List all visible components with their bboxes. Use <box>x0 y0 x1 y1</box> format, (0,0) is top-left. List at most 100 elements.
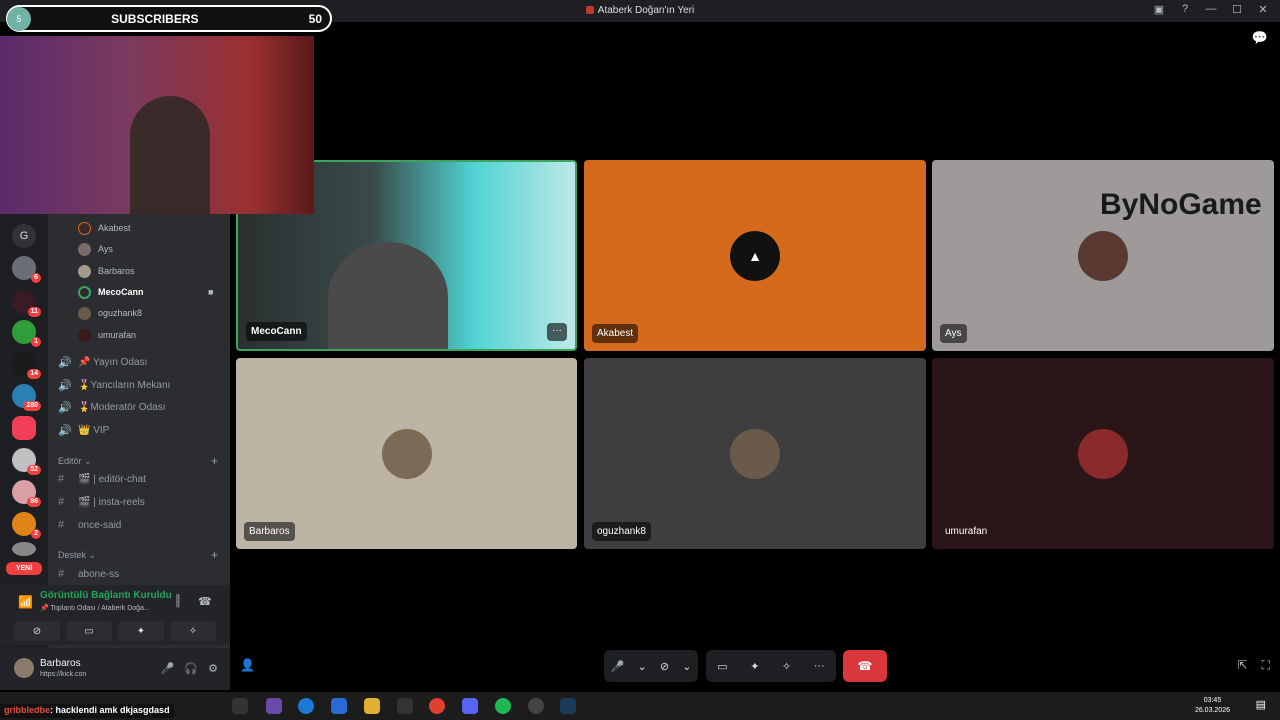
video-tile[interactable]: ByNoGame Ays <box>932 160 1274 351</box>
text-channel[interactable]: # 🎬 | insta-reels <box>58 493 145 511</box>
voice-user[interactable]: oguzhank8 <box>78 304 142 322</box>
voice-user-name: oguzhank8 <box>98 308 143 318</box>
fullscreen-icon[interactable]: ⛶ <box>1262 658 1270 673</box>
server-icon[interactable]: 52 <box>12 448 41 475</box>
voice-channel[interactable]: 🔊 🎖️Yancıların Mekanı <box>58 376 170 394</box>
connection-status[interactable]: Görüntülü Bağlantı Kuruldu <box>40 590 172 601</box>
server-icon[interactable]: 86 <box>12 480 41 507</box>
video-tile[interactable]: Barbaros <box>236 358 577 549</box>
avatar <box>78 285 91 299</box>
soundboard-button[interactable]: ✧ <box>170 621 216 641</box>
edge-icon[interactable] <box>298 698 314 714</box>
voice-user[interactable]: Barbaros <box>78 262 135 280</box>
steam-icon[interactable] <box>560 698 576 714</box>
headphone-icon[interactable]: 🎧 <box>184 662 198 675</box>
tile-label: umurafan <box>945 526 988 537</box>
server-icon[interactable]: 11 <box>12 290 41 317</box>
inbox-icon[interactable]: ▣ <box>1150 3 1168 16</box>
mic-icon[interactable]: 🎤 <box>161 662 175 675</box>
sub-goal-label: SUBSCRIBERS <box>111 11 199 26</box>
text-channel[interactable]: # abone-ss <box>58 565 119 583</box>
xbox-icon[interactable] <box>397 698 413 714</box>
chrome-icon[interactable] <box>429 698 445 714</box>
screen-share-button[interactable]: ▭ <box>66 621 112 641</box>
outlook-icon[interactable] <box>331 698 347 714</box>
server-icon[interactable]: 1 <box>12 320 41 347</box>
voice-user-name: Ays <box>98 244 113 254</box>
server-icon[interactable] <box>12 416 36 440</box>
avatar[interactable] <box>14 658 34 678</box>
popout-icon[interactable]: ⇱ <box>1238 658 1248 673</box>
voice-channel[interactable]: 🔊 👑 VIP <box>58 421 109 439</box>
server-badge: 1 <box>31 337 41 347</box>
maximize-button[interactable]: ☐ <box>1228 3 1246 16</box>
category-editor[interactable]: Editör ⌄ <box>58 456 92 467</box>
activities-icon[interactable]: ✦ <box>750 660 759 673</box>
server-icon[interactable]: 2 <box>12 512 41 539</box>
disconnect-button[interactable]: ☎ <box>843 650 887 682</box>
avatar <box>1078 428 1128 479</box>
voice-user[interactable]: Ays <box>78 240 113 258</box>
voice-user[interactable]: umurafan <box>78 326 136 344</box>
soundboard-icon[interactable]: ✧ <box>782 660 791 673</box>
camera-off-icon[interactable]: ⊘ <box>660 660 669 673</box>
chevron-down-icon[interactable]: ⌄ <box>682 660 691 673</box>
close-button[interactable]: ✕ <box>1254 3 1272 16</box>
camera-off-button[interactable]: ⊘ <box>14 621 60 641</box>
clock-time: 03:45 <box>1203 697 1222 704</box>
tile-label: Ays <box>940 324 967 343</box>
taskview-icon[interactable] <box>232 698 248 714</box>
notification-icon[interactable]: ▤ <box>1256 698 1266 711</box>
settings-icon[interactable]: ⚙ <box>208 662 218 675</box>
help-icon[interactable]: ? <box>1176 3 1194 16</box>
server-icon[interactable]: G <box>12 224 36 248</box>
disconnect-icon[interactable]: ☎ <box>198 595 212 608</box>
window-controls: ▣ ? — ☐ ✕ <box>1150 3 1272 16</box>
voice-user[interactable]: Akabest <box>78 219 131 237</box>
voice-channel[interactable]: 🔊 🎖️Moderatör Odası <box>58 398 166 416</box>
camera-icon: ■ <box>208 287 214 297</box>
mic-icon[interactable]: 🎤 <box>611 660 625 673</box>
chat-icon[interactable]: 💬 <box>1252 30 1268 46</box>
webcam-overlay <box>0 36 314 214</box>
avatar <box>1078 230 1128 281</box>
participant-video <box>328 242 448 349</box>
video-tile[interactable]: ▲ Akabest <box>584 160 926 351</box>
add-people-icon[interactable]: 👤 <box>240 658 255 672</box>
speaker-icon: 🔊 <box>58 424 72 437</box>
server-icon[interactable] <box>12 542 36 556</box>
server-icon[interactable]: 6 <box>12 256 41 283</box>
tile-label: Barbaros <box>244 522 295 541</box>
chevron-down-icon[interactable]: ⌄ <box>637 660 646 673</box>
copilot-icon[interactable] <box>266 698 282 714</box>
more-icon[interactable]: ··· <box>547 323 567 341</box>
system-clock[interactable]: 03:45 26.03.2026 <box>1195 696 1230 716</box>
text-channel[interactable]: # 🎬 | editör-chat <box>58 470 146 488</box>
discord-icon[interactable] <box>462 698 478 714</box>
obs-icon[interactable] <box>528 698 544 714</box>
voice-channel[interactable]: 🔊 📌 Yayın Odası <box>58 353 147 371</box>
category-destek[interactable]: Destek ⌄ <box>58 550 96 561</box>
server-icon[interactable]: 14 <box>12 352 41 379</box>
spotify-icon[interactable] <box>495 698 511 714</box>
avatar <box>78 328 91 342</box>
add-channel-icon[interactable]: + <box>211 454 218 468</box>
speaker-icon: 🔊 <box>58 379 72 392</box>
screen-share-icon[interactable]: ▭ <box>717 660 727 673</box>
video-tile[interactable]: umurafan <box>932 358 1274 549</box>
video-tile[interactable]: oguzhank8 <box>584 358 926 549</box>
explorer-icon[interactable] <box>364 698 380 714</box>
add-channel-icon[interactable]: + <box>211 548 218 562</box>
new-badge: YENİ <box>6 562 42 575</box>
server-badge: 52 <box>27 465 41 475</box>
more-icon[interactable]: ··· <box>814 660 825 672</box>
activities-button[interactable]: ✦ <box>118 621 164 641</box>
ticker-user: gribbledbe <box>4 705 51 715</box>
text-channel[interactable]: # once-said <box>58 516 121 534</box>
minimize-button[interactable]: — <box>1202 3 1220 16</box>
avatar <box>78 242 91 256</box>
voice-user[interactable]: MecoCann ■ <box>78 283 213 301</box>
noise-icon[interactable]: ║ <box>174 595 182 607</box>
tile-label: oguzhank8 <box>592 522 651 541</box>
server-icon[interactable]: 280 <box>12 384 41 411</box>
